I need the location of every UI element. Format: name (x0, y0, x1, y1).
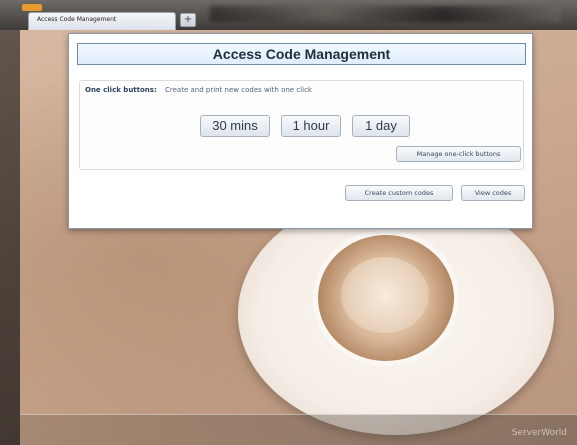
view-codes-button[interactable]: View codes (461, 185, 525, 201)
button-1-day[interactable]: 1 day (352, 115, 410, 137)
browser-tab-title: Access Code Management (37, 16, 117, 23)
dialog-title: Access Code Management (77, 43, 526, 65)
browser-menu-badge[interactable] (22, 4, 42, 11)
bottom-bar: ServerWorld (20, 414, 577, 445)
one-click-label: One click buttons: (85, 86, 157, 94)
left-edge-strip (0, 30, 20, 445)
manage-one-click-button[interactable]: Manage one-click buttons (396, 146, 521, 162)
create-custom-codes-button[interactable]: Create custom codes (345, 185, 453, 201)
button-1-hour[interactable]: 1 hour (281, 115, 341, 137)
plus-icon: + (183, 14, 193, 25)
one-click-section: One click buttons: Create and print new … (79, 80, 524, 170)
one-click-row: One click buttons: Create and print new … (85, 86, 312, 94)
one-click-description: Create and print new codes with one clic… (165, 86, 312, 94)
browser-tab[interactable]: Access Code Management (28, 12, 176, 30)
button-30-mins[interactable]: 30 mins (200, 115, 270, 137)
new-tab-button[interactable]: + (180, 13, 196, 27)
access-code-dialog: Access Code Management One click buttons… (68, 33, 533, 229)
watermark-text: ServerWorld (511, 428, 567, 438)
browser-chrome: Access Code Management + (0, 0, 577, 30)
browser-toolbar-area (210, 6, 560, 22)
latte-art-image (341, 257, 429, 333)
